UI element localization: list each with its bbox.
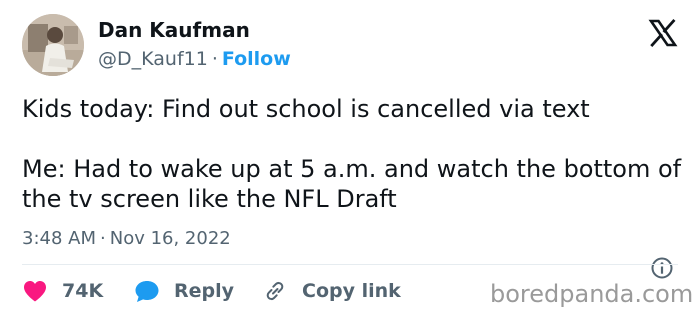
info-icon[interactable] <box>650 256 674 280</box>
handle-separator: · <box>211 48 218 70</box>
watermark: boredpanda.com <box>490 280 694 308</box>
timestamp-separator: · <box>100 228 106 249</box>
tweet-date: Nov 16, 2022 <box>109 228 231 249</box>
tweet-text: Kids today: Find out school is cancelled… <box>22 94 682 214</box>
heart-icon <box>22 279 48 303</box>
reply-bubble-icon <box>134 279 160 303</box>
reply-button[interactable]: Reply <box>134 279 262 303</box>
like-button[interactable]: 74K <box>22 279 122 303</box>
like-count: 74K <box>62 280 104 302</box>
tweet-actions: 74K Reply Copy link <box>22 276 401 306</box>
copy-link-button[interactable]: Copy link <box>262 279 401 303</box>
tweet-timestamp[interactable]: 3:48 AM · Nov 16, 2022 <box>22 228 231 249</box>
tweet-paragraph: Me: Had to wake up at 5 a.m. and watch t… <box>22 155 682 213</box>
follow-button[interactable]: Follow <box>222 48 291 70</box>
user-name[interactable]: Dan Kaufman <box>98 18 250 42</box>
divider <box>22 264 678 265</box>
user-handle-line: @D_Kauf11 · Follow <box>98 48 291 70</box>
tweet-paragraph: Kids today: Find out school is cancelled… <box>22 95 590 123</box>
reply-label: Reply <box>174 280 235 302</box>
tweet-time: 3:48 AM <box>22 228 96 249</box>
x-logo-icon[interactable] <box>648 18 678 48</box>
user-handle[interactable]: @D_Kauf11 <box>98 48 208 70</box>
link-icon <box>262 279 288 303</box>
copy-link-label: Copy link <box>302 280 401 302</box>
avatar[interactable] <box>22 14 84 76</box>
